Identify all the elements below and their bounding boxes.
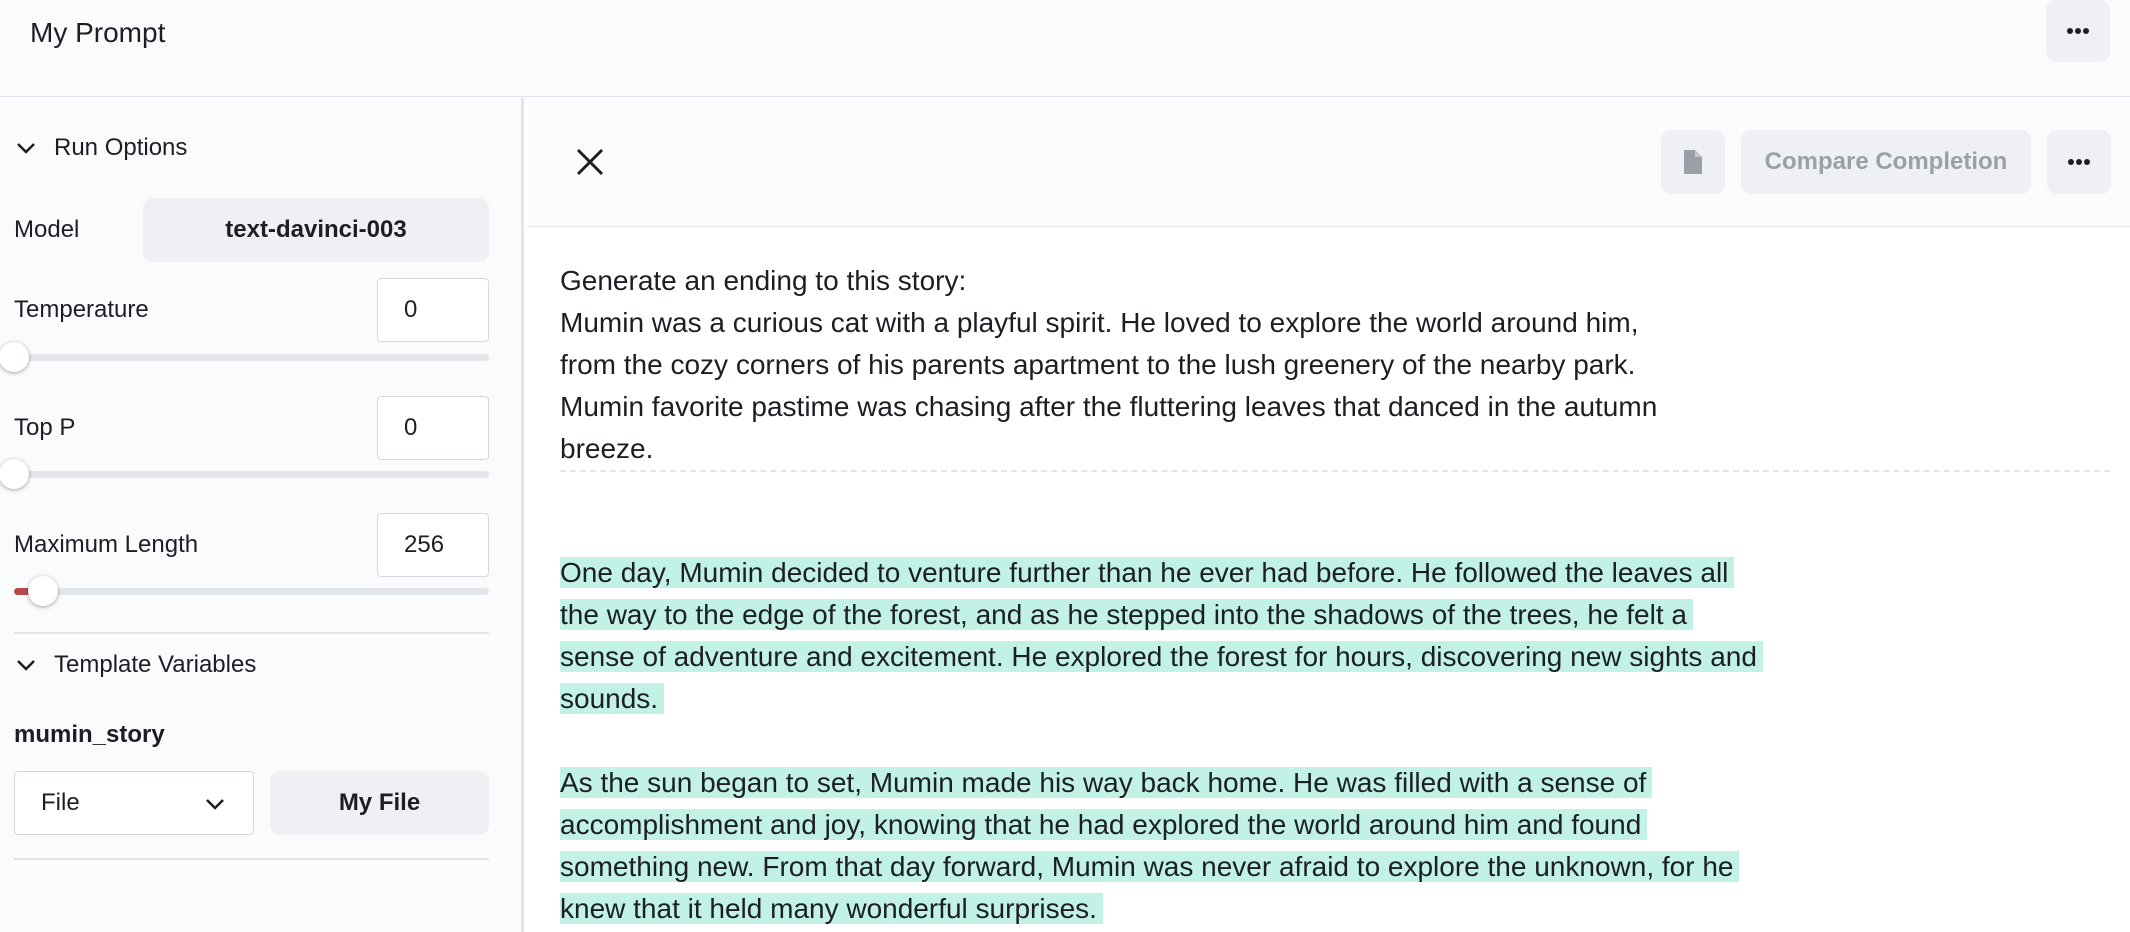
template-variables-label: Template Variables [54,651,257,678]
top-p-label: Top P [14,414,76,441]
top-p-slider-thumb[interactable] [0,459,29,489]
completion-panel: Compare Completion Generate an ending to… [527,98,2130,932]
model-label: Model [14,216,80,243]
top-p-input[interactable] [377,396,489,460]
top-p-slider[interactable] [0,459,489,489]
prompt-editor[interactable]: Generate an ending to this story: Mumin … [560,260,2110,932]
model-selector-button[interactable]: text-davinci-003 [143,198,489,262]
temperature-slider-thumb[interactable] [0,342,29,372]
file-picker-button[interactable]: My File [270,771,489,835]
completion-output: One day, Mumin decided to venture furthe… [560,552,1763,930]
completion-paragraph: One day, Mumin decided to venture furthe… [560,552,1763,720]
run-options-label: Run Options [54,134,188,161]
temperature-input[interactable] [377,278,489,342]
more-horizontal-icon [2068,159,2090,165]
variable-type-select[interactable]: File [14,771,254,835]
completion-toolbar: Compare Completion [527,98,2130,227]
run-options-sidebar: Run Options Model text-davinci-003 Tempe… [0,98,524,932]
sidebar-divider [14,632,489,634]
close-icon[interactable] [572,144,608,180]
top-bar: My Prompt [0,0,2130,97]
max-length-slider-thumb[interactable] [27,576,58,606]
completion-paragraph: As the sun began to set, Mumin made his … [560,762,1760,930]
temperature-slider[interactable] [0,342,489,372]
run-options-toggle[interactable]: Run Options [14,133,187,163]
sidebar-divider [14,858,489,860]
panel-more-button[interactable] [2047,130,2111,194]
completion-highlight: One day, Mumin decided to venture furthe… [560,557,1763,714]
variable-name: mumin_story [14,721,165,748]
prompt-line: Generate an ending to this story: [560,265,967,296]
chevron-down-icon [17,143,35,154]
variable-type-value: File [41,789,80,816]
max-length-slider[interactable] [14,576,489,606]
document-icon [1684,150,1702,174]
compare-completion-button[interactable]: Compare Completion [1741,130,2031,194]
document-button[interactable] [1661,130,1725,194]
chevron-down-icon [206,799,224,810]
temperature-label: Temperature [14,296,149,323]
template-variables-toggle[interactable]: Template Variables [14,650,256,680]
completion-highlight: As the sun began to set, Mumin made his … [560,767,1740,924]
page-title: My Prompt [30,17,166,48]
header-more-button[interactable] [2046,0,2110,62]
max-length-input[interactable] [377,513,489,577]
prompt-text[interactable]: Generate an ending to this story: Mumin … [560,260,2110,472]
prompt-line: Mumin was a curious cat with a playful s… [560,307,1658,464]
chevron-down-icon [17,660,35,671]
max-length-label: Maximum Length [14,531,199,558]
more-horizontal-icon [2067,28,2089,34]
